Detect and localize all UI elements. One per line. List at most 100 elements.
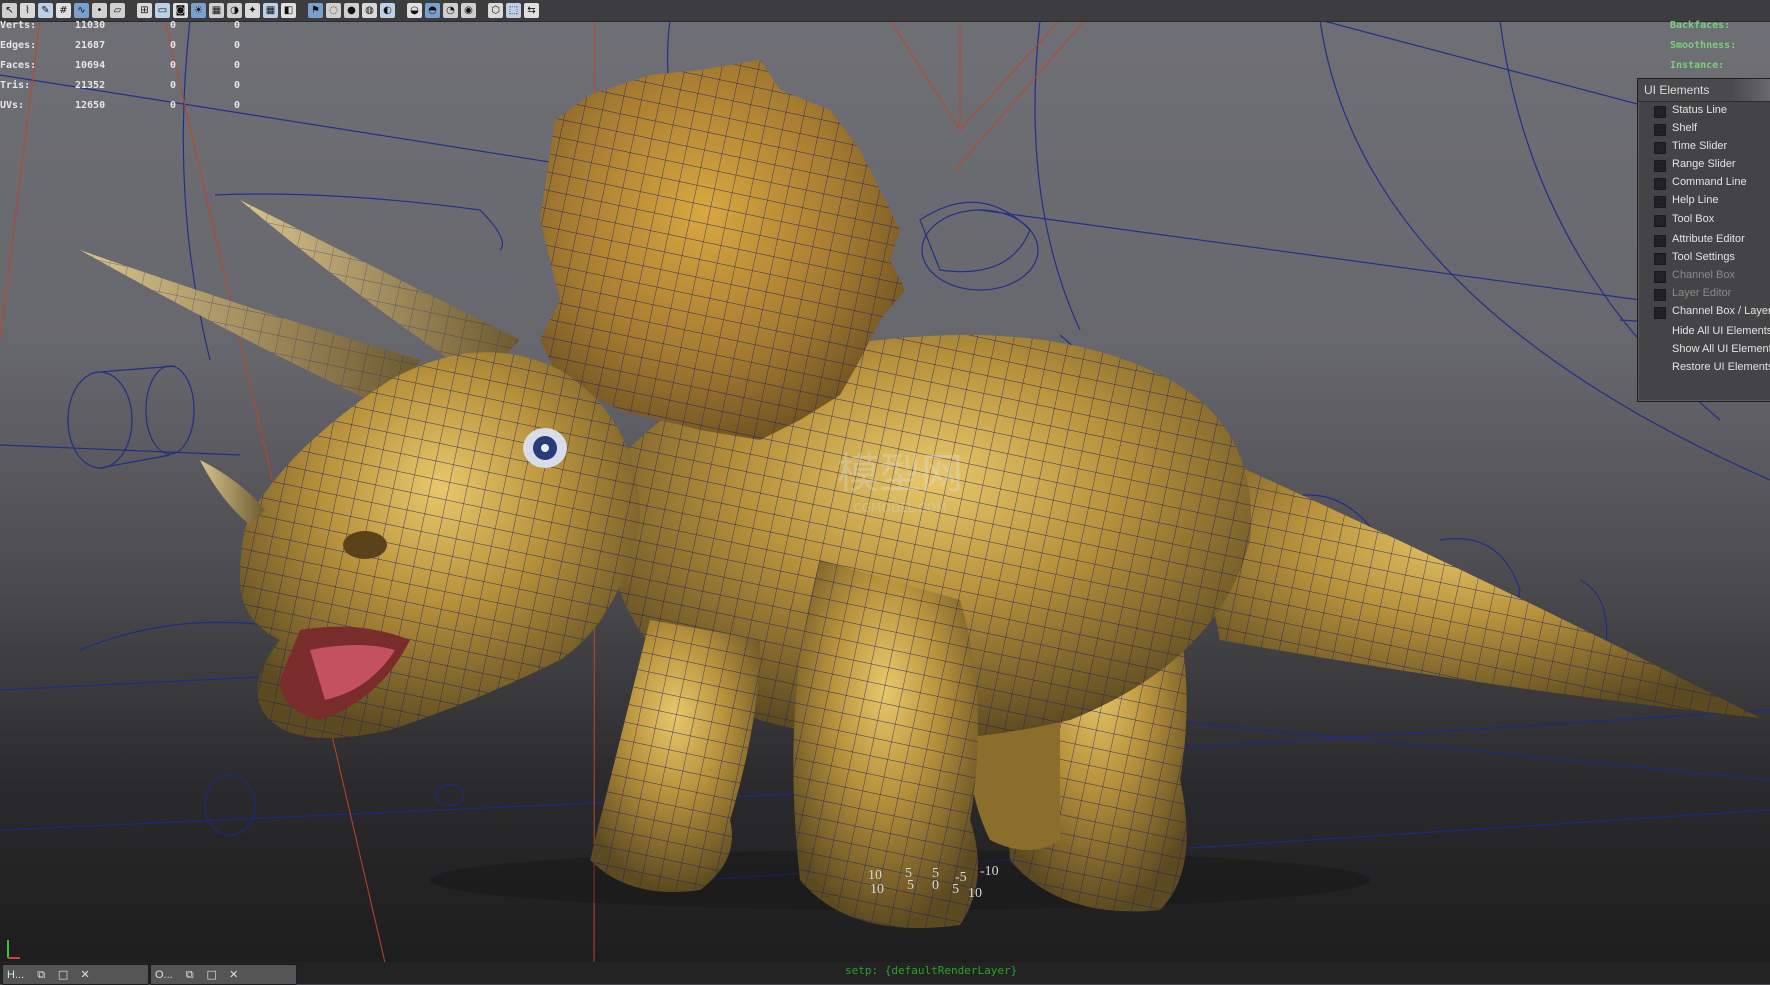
grid-label: -5 xyxy=(955,870,967,885)
hud-display-info: Backfaces: Smoothness: Instance: xyxy=(1670,20,1736,80)
frame-icon[interactable]: ⬚ xyxy=(506,3,521,18)
ui-elements-menu: UI Elements Status Line Shelf Time Slider R… xyxy=(1637,78,1770,402)
ui-elements-menu-title: UI Elements xyxy=(1638,79,1770,102)
menu-item-label: Show All UI Elements xyxy=(1672,343,1770,355)
menu-item-attribute-editor[interactable]: Attribute Editor xyxy=(1638,231,1770,250)
grid-toggle-icon[interactable]: ▦ xyxy=(263,3,278,18)
viewport-3d[interactable]: 模型网 CGMODEL.COM -10 5 10 5 0 5 -5 10 5 1… xyxy=(0,0,1770,984)
grid-label: 10 xyxy=(870,882,884,897)
hud-stat-triangles: 0 xyxy=(234,60,241,71)
snap-curve-icon[interactable]: ∿ xyxy=(74,3,89,18)
hud-stat-triangles: 0 xyxy=(234,100,241,111)
menu-checkbox[interactable] xyxy=(1654,124,1666,136)
lighting-icon[interactable]: ☀ xyxy=(191,3,206,18)
hud-stat-selected: 0 xyxy=(170,40,177,51)
hud-stat-selected: 0 xyxy=(170,20,177,31)
menu-item-shelf[interactable]: Shelf xyxy=(1638,120,1770,139)
hud-stat-label: UVs: xyxy=(0,100,25,111)
menu-item-label: Channel Box xyxy=(1672,269,1735,281)
hud-stat-selected: 0 xyxy=(170,100,177,111)
snap-grid-icon[interactable]: # xyxy=(56,3,71,18)
menu-item-label: Channel Box / Layer xyxy=(1672,305,1770,317)
camera-icon[interactable]: ◙ xyxy=(173,3,188,18)
menu-checkbox xyxy=(1654,289,1666,301)
menu-item-tool-box[interactable]: Tool Box xyxy=(1638,211,1770,230)
wireframe-icon[interactable]: ⊞ xyxy=(137,3,152,18)
menu-item-tool-settings[interactable]: Tool Settings xyxy=(1638,249,1770,268)
close-button[interactable]: ✕ xyxy=(223,968,245,981)
minimized-window-tab[interactable]: H... ⧉ □ ✕ xyxy=(2,964,149,985)
smooth-icon[interactable]: ◌ xyxy=(326,3,341,18)
menu-checkbox[interactable] xyxy=(1654,235,1666,247)
hud-stat-label: Faces: xyxy=(0,60,37,71)
sphere-icon[interactable]: ◐ xyxy=(380,3,395,18)
lasso-icon[interactable]: ⌇ xyxy=(20,3,35,18)
texture-icon[interactable]: ▦ xyxy=(209,3,224,18)
hud-stat-triangles: 0 xyxy=(234,40,241,51)
menu-item-label: Help Line xyxy=(1672,194,1719,206)
shaded-icon[interactable]: ◒ xyxy=(407,3,422,18)
select-icon[interactable]: ↖ xyxy=(2,3,17,18)
hud-stat-value: 10694 xyxy=(75,60,106,71)
menu-item-channel-box: Channel Box xyxy=(1638,267,1770,286)
highlight-icon[interactable]: ◉ xyxy=(461,3,476,18)
hud-stat-value: 21352 xyxy=(75,80,106,91)
menu-item-hide-all-ui-elements[interactable]: Hide All UI Elements xyxy=(1638,323,1770,342)
default-light-icon[interactable]: ● xyxy=(344,3,359,18)
grid-label: 10 xyxy=(968,886,982,901)
menu-item-label: Layer Editor xyxy=(1672,287,1732,299)
hud-stat-value: 21687 xyxy=(75,40,106,51)
menu-checkbox[interactable] xyxy=(1654,253,1666,265)
share-icon[interactable]: ⇆ xyxy=(524,3,539,18)
backfaces-label: Backfaces: xyxy=(1670,20,1731,31)
shadow-icon[interactable]: ◑ xyxy=(227,3,242,18)
menu-checkbox[interactable] xyxy=(1654,178,1666,190)
menu-checkbox[interactable] xyxy=(1654,307,1666,319)
maximize-button[interactable]: □ xyxy=(52,968,74,981)
menu-checkbox[interactable] xyxy=(1654,160,1666,172)
hud-stat-selected: 0 xyxy=(170,80,177,91)
restore-button[interactable]: ⧉ xyxy=(179,968,201,982)
menu-item-label: Tool Settings xyxy=(1672,251,1735,263)
menu-item-label: Status Line xyxy=(1672,104,1728,116)
menu-checkbox[interactable] xyxy=(1654,106,1666,118)
hud-stat-value: 11030 xyxy=(75,20,106,31)
menu-item-command-line[interactable]: Command Line xyxy=(1638,174,1770,193)
hud-stat-label: Verts: xyxy=(0,20,37,31)
watermark: 模型网 CGMODEL.COM xyxy=(830,440,970,515)
menu-item-time-slider[interactable]: Time Slider xyxy=(1638,138,1770,157)
isolate-icon[interactable]: ◧ xyxy=(281,3,296,18)
menu-item-channel-box-layer[interactable]: Channel Box / Layer xyxy=(1638,303,1770,322)
hardware-icon[interactable]: ◔ xyxy=(443,3,458,18)
menu-item-show-all-ui-elements[interactable]: Show All UI Elements xyxy=(1638,341,1770,360)
menu-item-label: Attribute Editor xyxy=(1672,233,1745,245)
snap-point-icon[interactable]: • xyxy=(92,3,107,18)
tail xyxy=(1180,440,1760,718)
grid-label: 5 xyxy=(932,866,939,881)
cube-icon[interactable]: ⬡ xyxy=(488,3,503,18)
axis-gizmo-icon xyxy=(7,940,20,959)
paint-icon[interactable]: ✎ xyxy=(38,3,53,18)
bookmark-icon[interactable]: ⚑ xyxy=(308,3,323,18)
menu-checkbox[interactable] xyxy=(1654,215,1666,227)
menu-checkbox[interactable] xyxy=(1654,196,1666,208)
hud-stat-label: Edges: xyxy=(0,40,37,51)
textured-icon[interactable]: ◓ xyxy=(425,3,440,18)
menu-item-restore-ui-elements[interactable]: Restore UI Elements xyxy=(1638,359,1770,378)
xray-icon[interactable]: ✦ xyxy=(245,3,260,18)
menu-checkbox[interactable] xyxy=(1654,142,1666,154)
window-tab-label: O... xyxy=(155,968,173,981)
menu-item-help-line[interactable]: Help Line xyxy=(1638,192,1770,211)
maximize-button[interactable]: □ xyxy=(201,968,223,981)
window-tab-label: H... xyxy=(7,968,25,981)
film-gate-icon[interactable]: ▭ xyxy=(155,3,170,18)
watermark-logo: 模型网 xyxy=(836,449,963,498)
menu-item-label: Restore UI Elements xyxy=(1672,361,1770,373)
minimized-window-tab[interactable]: O... ⧉ □ ✕ xyxy=(150,964,297,985)
menu-item-range-slider[interactable]: Range Slider xyxy=(1638,156,1770,175)
close-button[interactable]: ✕ xyxy=(74,968,96,981)
all-lights-icon[interactable]: ◍ xyxy=(362,3,377,18)
snap-plane-icon[interactable]: ▱ xyxy=(110,3,125,18)
menu-item-status-line[interactable]: Status Line xyxy=(1638,102,1770,121)
restore-button[interactable]: ⧉ xyxy=(30,968,52,982)
